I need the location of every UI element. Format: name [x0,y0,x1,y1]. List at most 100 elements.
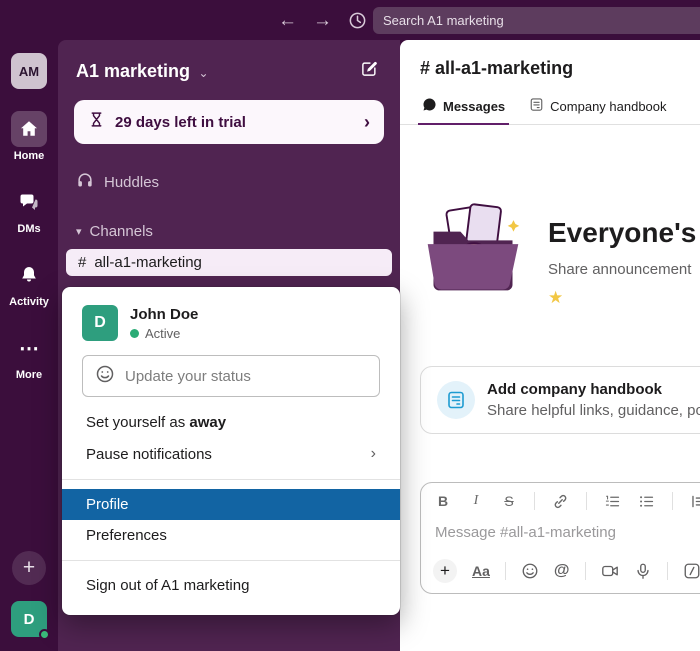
forward-button[interactable]: → [313,11,332,30]
menu-item-set-away[interactable]: Set yourself as away [62,407,400,438]
active-presence-dot [130,329,139,338]
compose-pencil-icon [360,60,378,83]
rail-item-dms[interactable]: DMs [11,184,47,235]
sidebar-item-huddles[interactable]: Huddles [58,166,400,198]
sidebar-item-label: Huddles [104,174,159,191]
rail-item-label: DMs [17,223,40,235]
slash-commands-button[interactable] [683,562,700,580]
channel-title[interactable]: # all-a1-marketing [400,40,700,89]
toolbar-divider [672,492,673,510]
menu-item-sign-out[interactable]: Sign out of A1 marketing [62,570,400,601]
toolbar-divider [505,562,506,580]
dms-icon [11,184,47,220]
menu-item-profile[interactable]: Profile [62,489,400,520]
composer-actions: + Aa @ [421,553,700,593]
strikethrough-button[interactable]: S [501,493,517,509]
chevron-right-icon: › [364,112,370,133]
home-icon [11,111,47,147]
channels-section-header[interactable]: ▾ Channels [58,218,400,245]
italic-button[interactable]: I [468,493,484,509]
user-menu-identity: John Doe Active [130,306,198,341]
rail-item-activity[interactable]: Activity [9,257,49,308]
add-handbook-card[interactable]: Add company handbook Share helpful links… [420,366,700,434]
star-icon: ★ [548,288,696,308]
user-avatar-initial: D [24,611,35,628]
blockquote-button[interactable] [690,493,700,510]
user-account-menu: D John Doe Active Update your status Set… [62,287,400,615]
workspace-switcher[interactable]: AM [11,53,47,89]
rail-item-label: Home [14,150,45,162]
hash-icon: # [78,254,86,271]
more-ellipsis-icon: ⋯ [11,330,47,366]
set-away-label: Set yourself as away [86,414,226,431]
tab-label: Messages [443,99,505,114]
formatting-toggle-button[interactable]: Aa [472,563,490,579]
history-controls: ← → [278,0,367,40]
channel-name: all-a1-marketing [94,254,202,271]
status-placeholder: Update your status [125,368,251,385]
trial-banner-label: 29 days left in trial [115,114,364,131]
smiley-icon [95,364,115,389]
video-button[interactable] [601,562,619,580]
update-status-input[interactable]: Update your status [82,355,380,397]
toolbar-divider [534,492,535,510]
toolbar-divider [667,562,668,580]
submenu-chevron-icon: › [371,445,376,463]
rail-item-label: More [16,369,42,381]
canvas-icon [529,97,544,115]
message-input[interactable]: Message #all-a1-marketing [421,514,700,553]
emoji-button[interactable] [521,562,539,580]
intro-subtext: Share announcement [548,261,696,278]
folder-illustration: # [420,199,526,299]
menu-item-preferences[interactable]: Preferences [62,520,400,551]
user-avatar[interactable]: D [11,601,47,637]
sign-out-label: Sign out of A1 marketing [86,577,249,594]
pause-notifications-label: Pause notifications [86,446,371,463]
create-new-button[interactable]: + [12,551,46,585]
message-composer[interactable]: B I S Message #all-a1-marke [420,482,700,594]
history-clock-icon[interactable] [348,11,367,30]
slack-app-window: ← → Search A1 marketing AM Home DMs [0,0,700,651]
rail-item-more[interactable]: ⋯ More [11,330,47,381]
formatting-toolbar: B I S [421,483,700,514]
tab-company-handbook[interactable]: Company handbook [521,89,674,124]
channel-intro: # Everyone's Share announcement ★ [420,199,700,308]
attach-plus-button[interactable]: + [433,559,457,583]
presence-label: Active [145,326,180,341]
profile-label: Profile [86,496,129,513]
trial-banner[interactable]: 29 days left in trial › [74,100,384,144]
activity-bell-icon [11,257,47,293]
audio-mic-button[interactable] [634,562,652,580]
search-input[interactable]: Search A1 marketing [373,7,700,34]
headphones-icon [76,171,94,193]
top-bar: ← → Search A1 marketing [0,0,700,40]
tab-messages[interactable]: Messages [414,89,513,124]
message-bubble-icon [422,97,437,115]
menu-item-pause-notifications[interactable]: Pause notifications › [62,438,400,470]
toolbar-divider [585,562,586,580]
mention-button[interactable]: @ [554,562,570,580]
menu-divider [62,479,400,480]
chevron-down-icon: ⌄ [199,66,209,80]
channels-section-label: Channels [90,223,153,240]
new-message-button[interactable] [354,56,384,86]
back-button[interactable]: ← [278,11,297,30]
rail-item-home[interactable]: Home [11,111,47,162]
bullet-list-button[interactable] [638,493,655,510]
preferences-label: Preferences [86,527,167,544]
handbook-card-text: Add company handbook Share helpful links… [487,381,700,419]
sidebar-header: A1 marketing ⌄ [58,40,400,94]
workspace-menu-button[interactable]: A1 marketing ⌄ [76,61,209,82]
intro-heading: Everyone's [548,217,696,249]
main-pane: # all-a1-marketing Messages Company hand… [400,40,700,651]
presence-dot [39,629,50,640]
ordered-list-button[interactable] [604,493,621,510]
handbook-card-title: Add company handbook [487,381,700,398]
link-button[interactable] [552,493,569,510]
user-menu-avatar: D [82,305,118,341]
rail-item-label: Activity [9,296,49,308]
workspace-name: A1 marketing [76,61,190,81]
channel-item-all-a1-marketing[interactable]: # all-a1-marketing [66,249,392,276]
bold-button[interactable]: B [435,493,451,509]
menu-divider [62,560,400,561]
